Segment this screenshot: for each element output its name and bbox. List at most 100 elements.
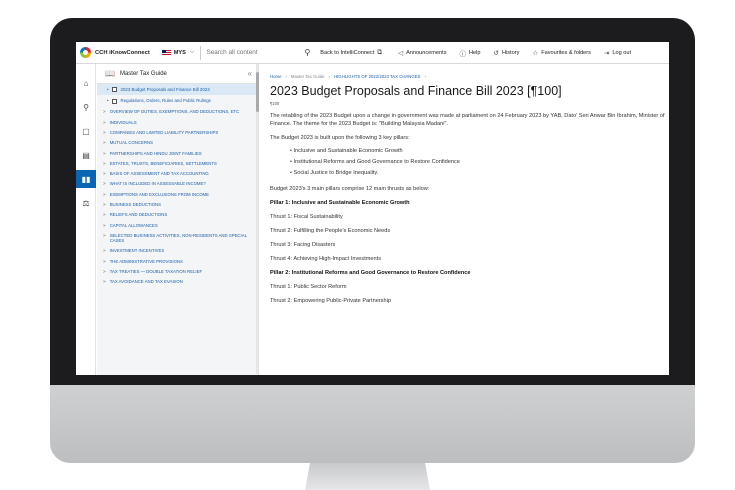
thrust-text: Thrust 4: Achieving High-Impact Investme… bbox=[270, 256, 381, 262]
chevron-down-icon[interactable]: ⌵ bbox=[190, 49, 195, 56]
list-item: Social Justice to Bridge Inequality. bbox=[290, 168, 665, 179]
history-icon: ↺ bbox=[493, 49, 499, 57]
toc-item[interactable]: > ESTATES, TRUSTS, BENEFICIARIES, SETTLEM… bbox=[97, 158, 258, 168]
chevron-right-icon: > bbox=[103, 191, 106, 197]
toc-item-label: TAX TREATIES — DOUBLE TAXATION RELIEF bbox=[109, 269, 203, 275]
history-label: History bbox=[501, 49, 520, 56]
toc-item-label: BASIS OF ASSESSMENT AND TAX ACCOUNTING bbox=[109, 171, 209, 177]
country-selector[interactable]: MYS bbox=[174, 50, 186, 56]
chevron-right-icon: > bbox=[103, 232, 106, 238]
toc-item[interactable]: > COMPANIES AND LIMITED LIABILITY PARTNER… bbox=[97, 127, 258, 137]
checkbox[interactable] bbox=[111, 87, 117, 93]
logout-link[interactable]: ⇥ Log out bbox=[601, 49, 631, 57]
toc-item-label: MUTUAL CONCERNS bbox=[109, 140, 153, 146]
chevron-right-icon: > bbox=[103, 129, 106, 135]
toc-item-label: COMPANIES AND LIMITED LIABILITY PARTNERS… bbox=[109, 129, 219, 135]
toc-item-label: SELECTED BUSINESS ACTIVITIES, NON-RESIDE… bbox=[109, 232, 247, 244]
toc-item[interactable]: > PARTNERSHIPS AND HINDU JOINT FAMILIES bbox=[97, 148, 258, 158]
breadcrumb: Home › Master Tax Guide › HIGHLIGHTS OF … bbox=[270, 74, 665, 79]
favourites-label: Favourites & folders bbox=[541, 49, 591, 56]
search-input[interactable] bbox=[206, 49, 301, 56]
breadcrumb-separator: › bbox=[328, 74, 330, 79]
book-icon: 📖 bbox=[105, 69, 115, 78]
toc-item[interactable]: > RELIEFS AND DEDUCTIONS bbox=[97, 210, 258, 220]
help-icon: ⓘ bbox=[459, 50, 467, 58]
briefcase-icon[interactable]: ▢ bbox=[76, 122, 96, 140]
chevron-right-icon: > bbox=[103, 181, 106, 187]
bullet: • bbox=[107, 87, 109, 92]
brand-name[interactable]: CCH iKnowConnect bbox=[95, 50, 150, 56]
thrust-text: Thrust 1: Fiscal Sustainability bbox=[270, 214, 343, 220]
monitor-stand bbox=[305, 463, 430, 490]
chevron-right-icon: > bbox=[103, 269, 106, 275]
search-rail-icon[interactable]: ⚲ bbox=[76, 98, 96, 116]
toc-item[interactable]: > INDIVIDUALS bbox=[97, 117, 258, 127]
toc-item[interactable]: > BUSINESS DEDUCTIONS bbox=[97, 199, 258, 209]
history-link[interactable]: ↺ History bbox=[491, 49, 520, 57]
back-link-label: Back to IntelliConnect bbox=[320, 49, 375, 56]
toc-item[interactable]: > CAPITAL ALLOWANCES bbox=[97, 220, 258, 230]
toc-item[interactable]: > MUTUAL CONCERNS bbox=[97, 138, 258, 148]
home-icon[interactable]: ⌂ bbox=[76, 74, 96, 92]
chevron-right-icon: > bbox=[103, 248, 106, 254]
chevron-right-icon: > bbox=[103, 150, 106, 156]
bullet: • bbox=[107, 98, 109, 104]
collapse-icon[interactable]: « bbox=[248, 69, 252, 78]
breadcrumb-home[interactable]: Home bbox=[270, 74, 281, 79]
toc-sub-item[interactable]: • 2023 Budget Proposals and Finance Bill… bbox=[97, 84, 258, 96]
main-content: Home › Master Tax Guide › HIGHLIGHTS OF … bbox=[270, 64, 665, 375]
checkbox[interactable] bbox=[111, 98, 117, 104]
toc-item-label: ESTATES, TRUSTS, BENEFICIARIES, SETTLEME… bbox=[109, 160, 217, 166]
monitor: CCH iKnowConnect MYS ⌵ ⚲ Back to Intelli… bbox=[50, 18, 695, 463]
cch-logo-icon[interactable] bbox=[80, 47, 91, 58]
toc-item[interactable]: > OVERVIEW OF DUTIES, EXEMPTIONS, AND DED… bbox=[97, 107, 258, 117]
logout-icon: ⇥ bbox=[603, 49, 610, 57]
toc-item-label: CAPITAL ALLOWANCES bbox=[109, 222, 158, 228]
toc-item-label: WHAT IS INCLUDED IN ASSESSABLE INCOME? bbox=[109, 181, 206, 187]
scale-icon[interactable]: ⚖ bbox=[76, 194, 96, 212]
toc-sub-item[interactable]: • Regulations, Orders, Rules and Public … bbox=[97, 95, 258, 106]
back-to-intelliconnect-link[interactable]: Back to IntelliConnect ⧉ bbox=[320, 49, 385, 57]
toc-scroll-thumb[interactable] bbox=[256, 72, 259, 112]
chevron-right-icon: > bbox=[103, 258, 106, 264]
toc-item-label: THE ADMINISTRATIVE PROVISIONS bbox=[109, 258, 183, 264]
toc-item-label: INDIVIDUALS bbox=[109, 119, 137, 125]
toc-item-label: EXEMPTIONS AND EXCLUSIONS FROM INCOME bbox=[109, 191, 210, 197]
thrust-text: Thrust 2: Fulfilling the People's Econom… bbox=[270, 228, 391, 234]
toc-item[interactable]: > WHAT IS INCLUDED IN ASSESSABLE INCOME? bbox=[97, 179, 258, 189]
toc-item[interactable]: > BASIS OF ASSESSMENT AND TAX ACCOUNTING bbox=[97, 169, 258, 179]
toc-list: > OVERVIEW OF DUTIES, EXEMPTIONS, AND DED… bbox=[97, 107, 258, 287]
page-title: 2023 Budget Proposals and Finance Bill 2… bbox=[270, 84, 562, 98]
toc-item[interactable]: > INVESTMENT INCENTIVES bbox=[97, 246, 258, 256]
paragraph-ref: ¶100 bbox=[270, 101, 280, 106]
breadcrumb-guide[interactable]: Master Tax Guide bbox=[291, 74, 325, 79]
monitor-chin bbox=[50, 385, 695, 463]
help-link[interactable]: ⓘ Help bbox=[457, 48, 481, 58]
toc-item[interactable]: > EXEMPTIONS AND EXCLUSIONS FROM INCOME bbox=[97, 189, 258, 199]
search-icon[interactable]: ⚲ bbox=[304, 48, 310, 57]
chevron-right-icon: > bbox=[103, 119, 106, 125]
toc-item[interactable]: > TAX AVOIDANCE AND TAX EVASION bbox=[97, 277, 258, 287]
pillar-list: Inclusive and Sustainable Economic Growt… bbox=[270, 146, 665, 179]
announcements-label: Announcements bbox=[406, 49, 447, 56]
chevron-right-icon: > bbox=[103, 140, 106, 146]
announcements-link[interactable]: ◁ Announcements bbox=[395, 49, 446, 57]
list-item: Inclusive and Sustainable Economic Growt… bbox=[290, 146, 665, 157]
breadcrumb-separator: › bbox=[424, 74, 426, 79]
toc-title: Master Tax Guide bbox=[119, 70, 167, 77]
thrusts-intro: Budget 2023's 3 main pillars comprise 12… bbox=[270, 186, 430, 192]
document-icon[interactable]: ▤ bbox=[76, 146, 96, 164]
book-rail-icon[interactable]: ▮▮ bbox=[76, 170, 96, 188]
toc-item-label: OVERVIEW OF DUTIES, EXEMPTIONS, AND DEDU… bbox=[109, 109, 240, 115]
toc-item[interactable]: > THE ADMINISTRATIVE PROVISIONS bbox=[97, 256, 258, 266]
breadcrumb-separator: › bbox=[285, 74, 287, 79]
breadcrumb-section[interactable]: HIGHLIGHTS OF 2022/2023 TAX CHANGES bbox=[334, 74, 421, 79]
chevron-right-icon: > bbox=[103, 222, 106, 228]
screen: CCH iKnowConnect MYS ⌵ ⚲ Back to Intelli… bbox=[76, 42, 669, 375]
toc-item[interactable]: > SELECTED BUSINESS ACTIVITIES, NON-RESID… bbox=[97, 230, 258, 246]
favourites-link[interactable]: ☆ Favourites & folders bbox=[529, 49, 591, 57]
external-link-icon: ⧉ bbox=[377, 48, 383, 56]
pillar-2-heading: Pillar 2: Institutional Reforms and Good… bbox=[270, 270, 471, 276]
flag-icon[interactable] bbox=[161, 49, 171, 56]
toc-item[interactable]: > TAX TREATIES — DOUBLE TAXATION RELIEF bbox=[97, 267, 258, 277]
